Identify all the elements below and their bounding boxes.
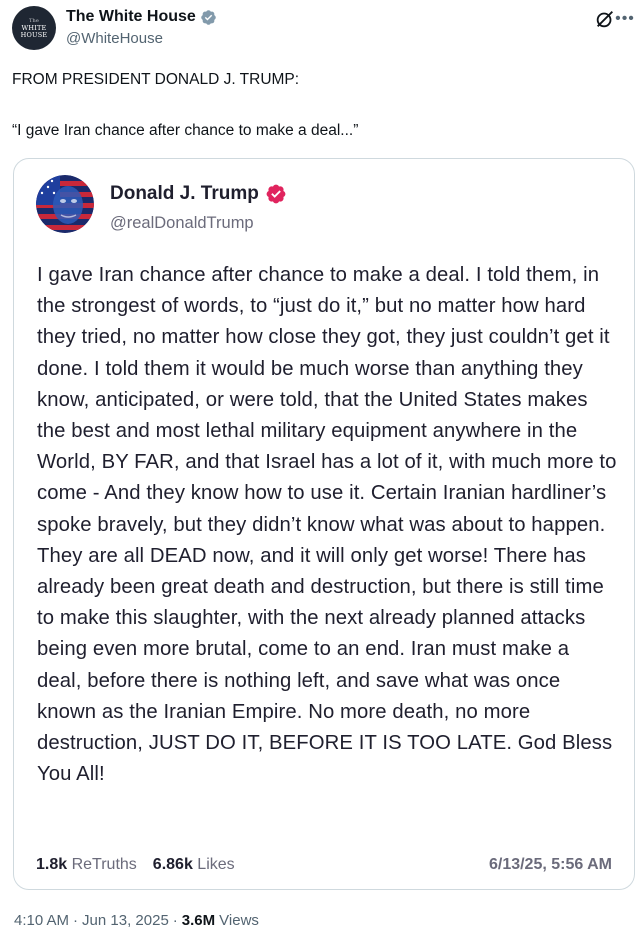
author-display-name[interactable]: The White House: [66, 8, 196, 26]
retruths-label: ReTruths: [71, 856, 137, 873]
retruths-count: 1.8k: [36, 856, 68, 873]
embedded-name-row[interactable]: Donald J. Trump: [110, 183, 287, 205]
author-avatar[interactable]: The WHITE HOUSE: [12, 6, 56, 50]
tweet-date[interactable]: Jun 13, 2025: [82, 912, 169, 929]
embedded-post-body: I gave Iran chance after chance to make …: [37, 264, 617, 786]
avatar-text-3: HOUSE: [20, 30, 48, 39]
likes-stat[interactable]: 6.86k Likes: [153, 856, 235, 874]
likes-count: 6.86k: [152, 856, 193, 873]
grok-icon[interactable]: [594, 8, 616, 30]
likes-label: Likes: [197, 856, 235, 873]
views-count[interactable]: 3.6M: [182, 912, 215, 929]
tweet-text-line-1: FROM PRESIDENT DONALD J. TRUMP:: [12, 71, 300, 88]
embedded-display-name[interactable]: Donald J. Trump: [110, 183, 259, 205]
embedded-post-card[interactable]: Donald J. Trump @realDonaldTrump I gave …: [13, 158, 635, 890]
tweet-time[interactable]: 4:10 AM: [14, 912, 69, 929]
embedded-stats: 1.8k ReTruths 6.86k Likes: [36, 856, 235, 874]
embedded-post-date: 6/13/25, 5:56 AM: [488, 856, 612, 873]
avatar-text-1: The: [28, 17, 40, 24]
footer-separator-1: ·: [73, 912, 79, 929]
tweet-text-line-2: “I gave Iran chance after chance to make…: [12, 122, 359, 139]
verified-gray-icon: [201, 9, 216, 25]
author-name-row[interactable]: The White House: [66, 8, 217, 26]
author-handle[interactable]: @WhiteHouse: [66, 30, 163, 47]
tweet-header: The WHITE HOUSE The White House @WhiteHo…: [12, 6, 634, 52]
embedded-author-avatar[interactable]: [36, 175, 94, 233]
tweet-footer: 4:10 AM · Jun 13, 2025 · 3.6M Views: [14, 912, 259, 929]
embedded-handle[interactable]: @realDonaldTrump: [110, 214, 254, 233]
flag-portrait-icon: [36, 175, 94, 233]
more-options-icon[interactable]: •••: [614, 8, 636, 30]
retruths-stat[interactable]: 1.8k ReTruths: [36, 856, 137, 874]
views-label: Views: [219, 912, 259, 929]
footer-separator-2: ·: [172, 912, 178, 929]
verified-red-icon: [266, 184, 286, 204]
